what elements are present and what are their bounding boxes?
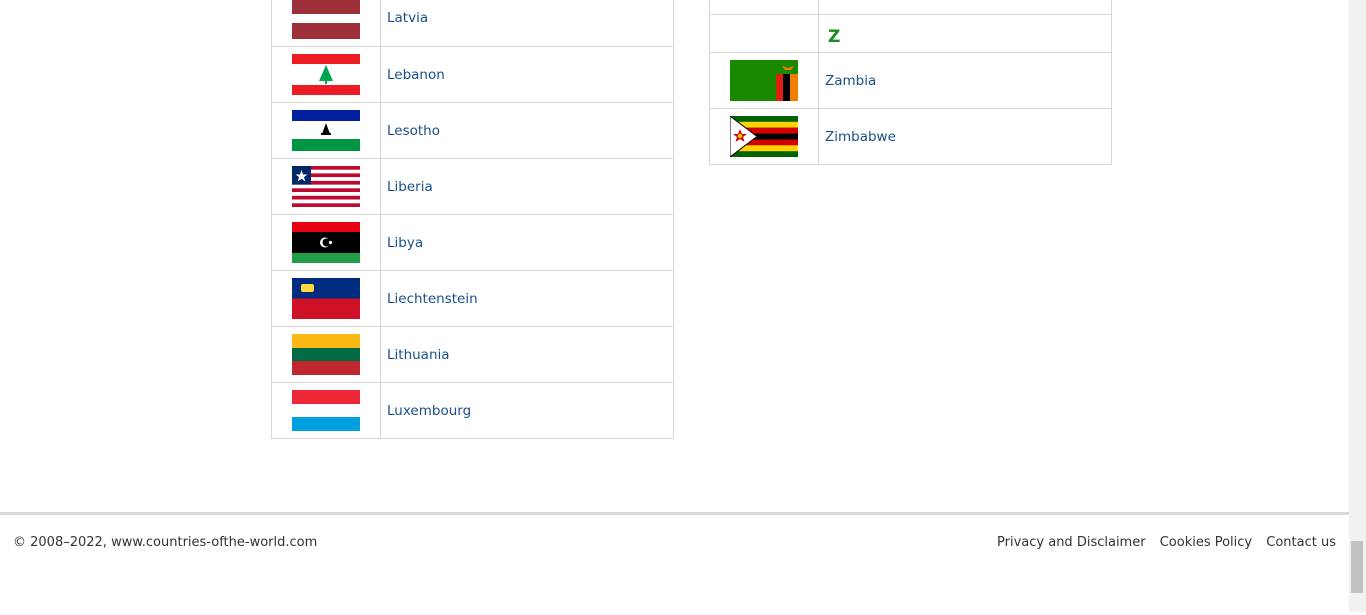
scrollbar-thumb[interactable] [1351,541,1363,593]
table-row: Liberia [271,158,674,215]
table-row: Liechtenstein [271,270,674,327]
country-link-libya[interactable]: Libya [387,235,423,251]
table-row: Latvia [271,0,674,47]
country-link-liberia[interactable]: Liberia [387,179,433,195]
liechtenstein-flag-icon[interactable] [292,278,360,319]
table-row: Zimbabwe [709,108,1112,165]
copyright-text: © 2008–2022, www.countries-ofthe-world.c… [13,535,318,550]
letter-row: Z [709,14,1112,53]
country-link-luxembourg[interactable]: Luxembourg [387,403,471,419]
lebanon-flag-icon[interactable] [292,54,360,95]
contact-us-link[interactable]: Contact us [1266,535,1336,550]
flag-cell [709,52,819,109]
flag-cell [271,382,381,439]
table-row: Zambia [709,52,1112,109]
countries-table-left: Latvia Lebanon Lesotho Liberia Libya Lie… [271,0,674,439]
country-link-zambia[interactable]: Zambia [825,73,876,89]
table-row: Lithuania [271,326,674,383]
flag-cell [271,214,381,271]
flag-cell [271,102,381,159]
flag-cell [271,270,381,327]
country-link-latvia[interactable]: Latvia [387,10,428,26]
flag-cell [271,326,381,383]
flag-cell [271,46,381,103]
luxembourg-flag-icon[interactable] [292,390,360,431]
flag-cell [709,0,819,15]
countries-table-right: Z Zambia Zimbabwe [709,0,1112,165]
country-link-lesotho[interactable]: Lesotho [387,123,440,139]
country-link-liechtenstein[interactable]: Liechtenstein [387,291,478,307]
page-footer: © 2008–2022, www.countries-ofthe-world.c… [0,512,1349,615]
table-row: Libya [271,214,674,271]
table-row: Lesotho [271,102,674,159]
country-link-zimbabwe[interactable]: Zimbabwe [825,129,896,145]
lithuania-flag-icon[interactable] [292,334,360,375]
flag-cell [271,158,381,215]
cookies-policy-link[interactable]: Cookies Policy [1160,535,1252,550]
country-link-lebanon[interactable]: Lebanon [387,67,445,83]
zimbabwe-flag-icon[interactable] [730,116,798,157]
latvia-flag-icon[interactable] [292,0,360,39]
table-row: Lebanon [271,46,674,103]
footer-links: Privacy and Disclaimer Cookies Policy Co… [987,535,1336,550]
flag-cell [271,0,381,47]
libya-flag-icon[interactable] [292,222,360,263]
table-row [709,0,1112,15]
flag-cell [709,108,819,165]
table-row: Luxembourg [271,382,674,439]
lesotho-flag-icon[interactable] [292,110,360,151]
letter-heading: Z [818,14,1112,53]
zambia-flag-icon[interactable] [730,60,798,101]
country-link-lithuania[interactable]: Lithuania [387,347,450,363]
vertical-scrollbar[interactable] [1349,0,1366,612]
liberia-flag-icon[interactable] [292,166,360,207]
privacy-link[interactable]: Privacy and Disclaimer [997,535,1146,550]
